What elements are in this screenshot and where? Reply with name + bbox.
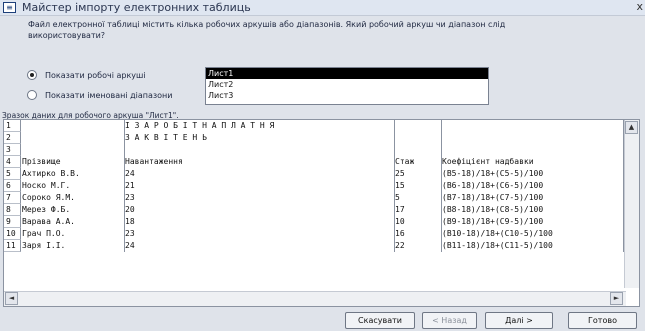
table-row: 2 З А К В І Т Е Н Ь: [4, 132, 624, 144]
cell-name: [22, 120, 125, 132]
row-number: 8: [4, 204, 21, 216]
sheet-item[interactable]: Лист1: [206, 68, 488, 79]
window-title: Майстер імпорту електронних таблиць: [22, 1, 251, 14]
cell-experience: Стаж: [395, 156, 442, 168]
row-number: 2: [4, 132, 21, 144]
table-row: 6 Носко М.Г. 21 15 (B6-18)/18+(C6-5)/100: [4, 180, 624, 192]
table-row: 1 І З А Р О Б І Т Н А П Л А Т Н Я: [4, 120, 624, 132]
cell-load: 24: [125, 240, 395, 252]
table-row: 9 Варава А.А. 18 10 (B9-18)/18+(C9-5)/100: [4, 216, 624, 228]
cell-coefficient: Коефіцієнт надбавки: [442, 156, 624, 168]
row-number: 9: [4, 216, 21, 228]
cell-name: Грач П.О.: [22, 228, 125, 240]
table-row: 7 Сороко Я.М. 23 5 (B7-18)/18+(C7-5)/100: [4, 192, 624, 204]
cell-coefficient: [442, 132, 624, 144]
table-row: 3: [4, 144, 624, 156]
row-number: 5: [4, 168, 21, 180]
sheet-item[interactable]: Лист2: [206, 79, 488, 90]
option-show-ranges[interactable]: Показати іменовані діапазони: [27, 90, 173, 100]
data-preview-grid[interactable]: 1І З А Р О Б І Т Н А П Л А Т Н Я2 З А К …: [3, 119, 640, 307]
table-row: 11 Заря І.І. 24 22 (B11-18)/18+(C11-5)/100: [4, 240, 624, 252]
cell-load: Навантаження: [125, 156, 395, 168]
cell-coefficient: [442, 144, 624, 156]
table-row: 8 Мерез Ф.Б. 20 17 (B8-18)/18+(C8-5)/100: [4, 204, 624, 216]
finish-button[interactable]: Готово: [568, 312, 637, 329]
title-bar[interactable]: ≡ Майстер імпорту електронних таблиць x: [0, 0, 645, 16]
row-number: 7: [4, 192, 21, 204]
question-text: Файл електронної таблиці містить кілька …: [28, 20, 506, 40]
cell-name: Мерез Ф.Б.: [22, 204, 125, 216]
option-show-sheets-label: Показати робочі аркуші: [45, 70, 146, 80]
cell-name: [22, 144, 125, 156]
cell-load: 21: [125, 180, 395, 192]
cell-coefficient: (B9-18)/18+(C9-5)/100: [442, 216, 624, 228]
cell-coefficient: [442, 120, 624, 132]
option-show-sheets[interactable]: Показати робочі аркуші: [27, 70, 146, 80]
row-number: 11: [4, 240, 21, 252]
cell-coefficient: (B11-18)/18+(C11-5)/100: [442, 240, 624, 252]
cell-experience: [395, 132, 442, 144]
close-button[interactable]: x: [636, 0, 643, 13]
cell-name: [22, 132, 125, 144]
next-button[interactable]: Далі >: [485, 312, 553, 329]
cell-experience: 10: [395, 216, 442, 228]
cell-experience: 22: [395, 240, 442, 252]
app-icon: ≡: [3, 2, 16, 13]
table-row: 5 Ахтирко В.В. 24 25 (B5-18)/18+(C5-5)/100: [4, 168, 624, 180]
row-number: 3: [4, 144, 21, 156]
vertical-scrollbar[interactable]: ▲: [624, 120, 639, 288]
cell-experience: 5: [395, 192, 442, 204]
cancel-button[interactable]: Скасувати: [345, 312, 415, 329]
row-number: 10: [4, 228, 21, 240]
scroll-up-button[interactable]: ▲: [625, 121, 638, 134]
sheet-item[interactable]: Лист3: [206, 90, 488, 101]
cell-experience: 17: [395, 204, 442, 216]
cell-load: [125, 144, 395, 156]
table-row: 4 Прізвище Навантаження Стаж Коефіцієнт надб…: [4, 156, 624, 168]
cell-load: 23: [125, 228, 395, 240]
cell-experience: 25: [395, 168, 442, 180]
back-button[interactable]: < Назад: [422, 312, 477, 329]
cell-coefficient: (B8-18)/18+(C8-5)/100: [442, 204, 624, 216]
cell-load: 18: [125, 216, 395, 228]
row-number: 4: [4, 156, 21, 168]
row-number: 6: [4, 180, 21, 192]
cell-experience: [395, 120, 442, 132]
radio-show-ranges[interactable]: [27, 90, 37, 100]
table-row: 10 Грач П.О. 23 16 (B10-18)/18+(C10-5)/100: [4, 228, 624, 240]
cell-load: З А К В І Т Е Н Ь: [125, 132, 395, 144]
cell-load: 20: [125, 204, 395, 216]
cell-coefficient: (B5-18)/18+(C5-5)/100: [442, 168, 624, 180]
cell-load: 24: [125, 168, 395, 180]
cell-name: Прізвище: [22, 156, 125, 168]
cell-name: Сороко Я.М.: [22, 192, 125, 204]
radio-show-sheets[interactable]: [27, 70, 37, 80]
cell-coefficient: (B6-18)/18+(C6-5)/100: [442, 180, 624, 192]
cell-load: 23: [125, 192, 395, 204]
cell-experience: 15: [395, 180, 442, 192]
row-number: 1: [4, 120, 21, 132]
cell-name: Варава А.А.: [22, 216, 125, 228]
sheet-list[interactable]: Лист1 Лист2 Лист3: [205, 67, 489, 105]
import-wizard-window: ≡ Майстер імпорту електронних таблиць x …: [0, 0, 645, 331]
cell-experience: [395, 144, 442, 156]
horizontal-scrollbar[interactable]: ◄ ►: [4, 291, 626, 306]
cell-load: І З А Р О Б І Т Н А П Л А Т Н Я: [125, 120, 395, 132]
cell-experience: 16: [395, 228, 442, 240]
cell-name: Носко М.Г.: [22, 180, 125, 192]
option-show-ranges-label: Показати іменовані діапазони: [45, 90, 173, 100]
cell-name: Заря І.І.: [22, 240, 125, 252]
cell-name: Ахтирко В.В.: [22, 168, 125, 180]
cell-coefficient: (B10-18)/18+(C10-5)/100: [442, 228, 624, 240]
scroll-right-button[interactable]: ►: [610, 292, 623, 305]
scroll-left-button[interactable]: ◄: [5, 292, 18, 305]
cell-coefficient: (B7-18)/18+(C7-5)/100: [442, 192, 624, 204]
